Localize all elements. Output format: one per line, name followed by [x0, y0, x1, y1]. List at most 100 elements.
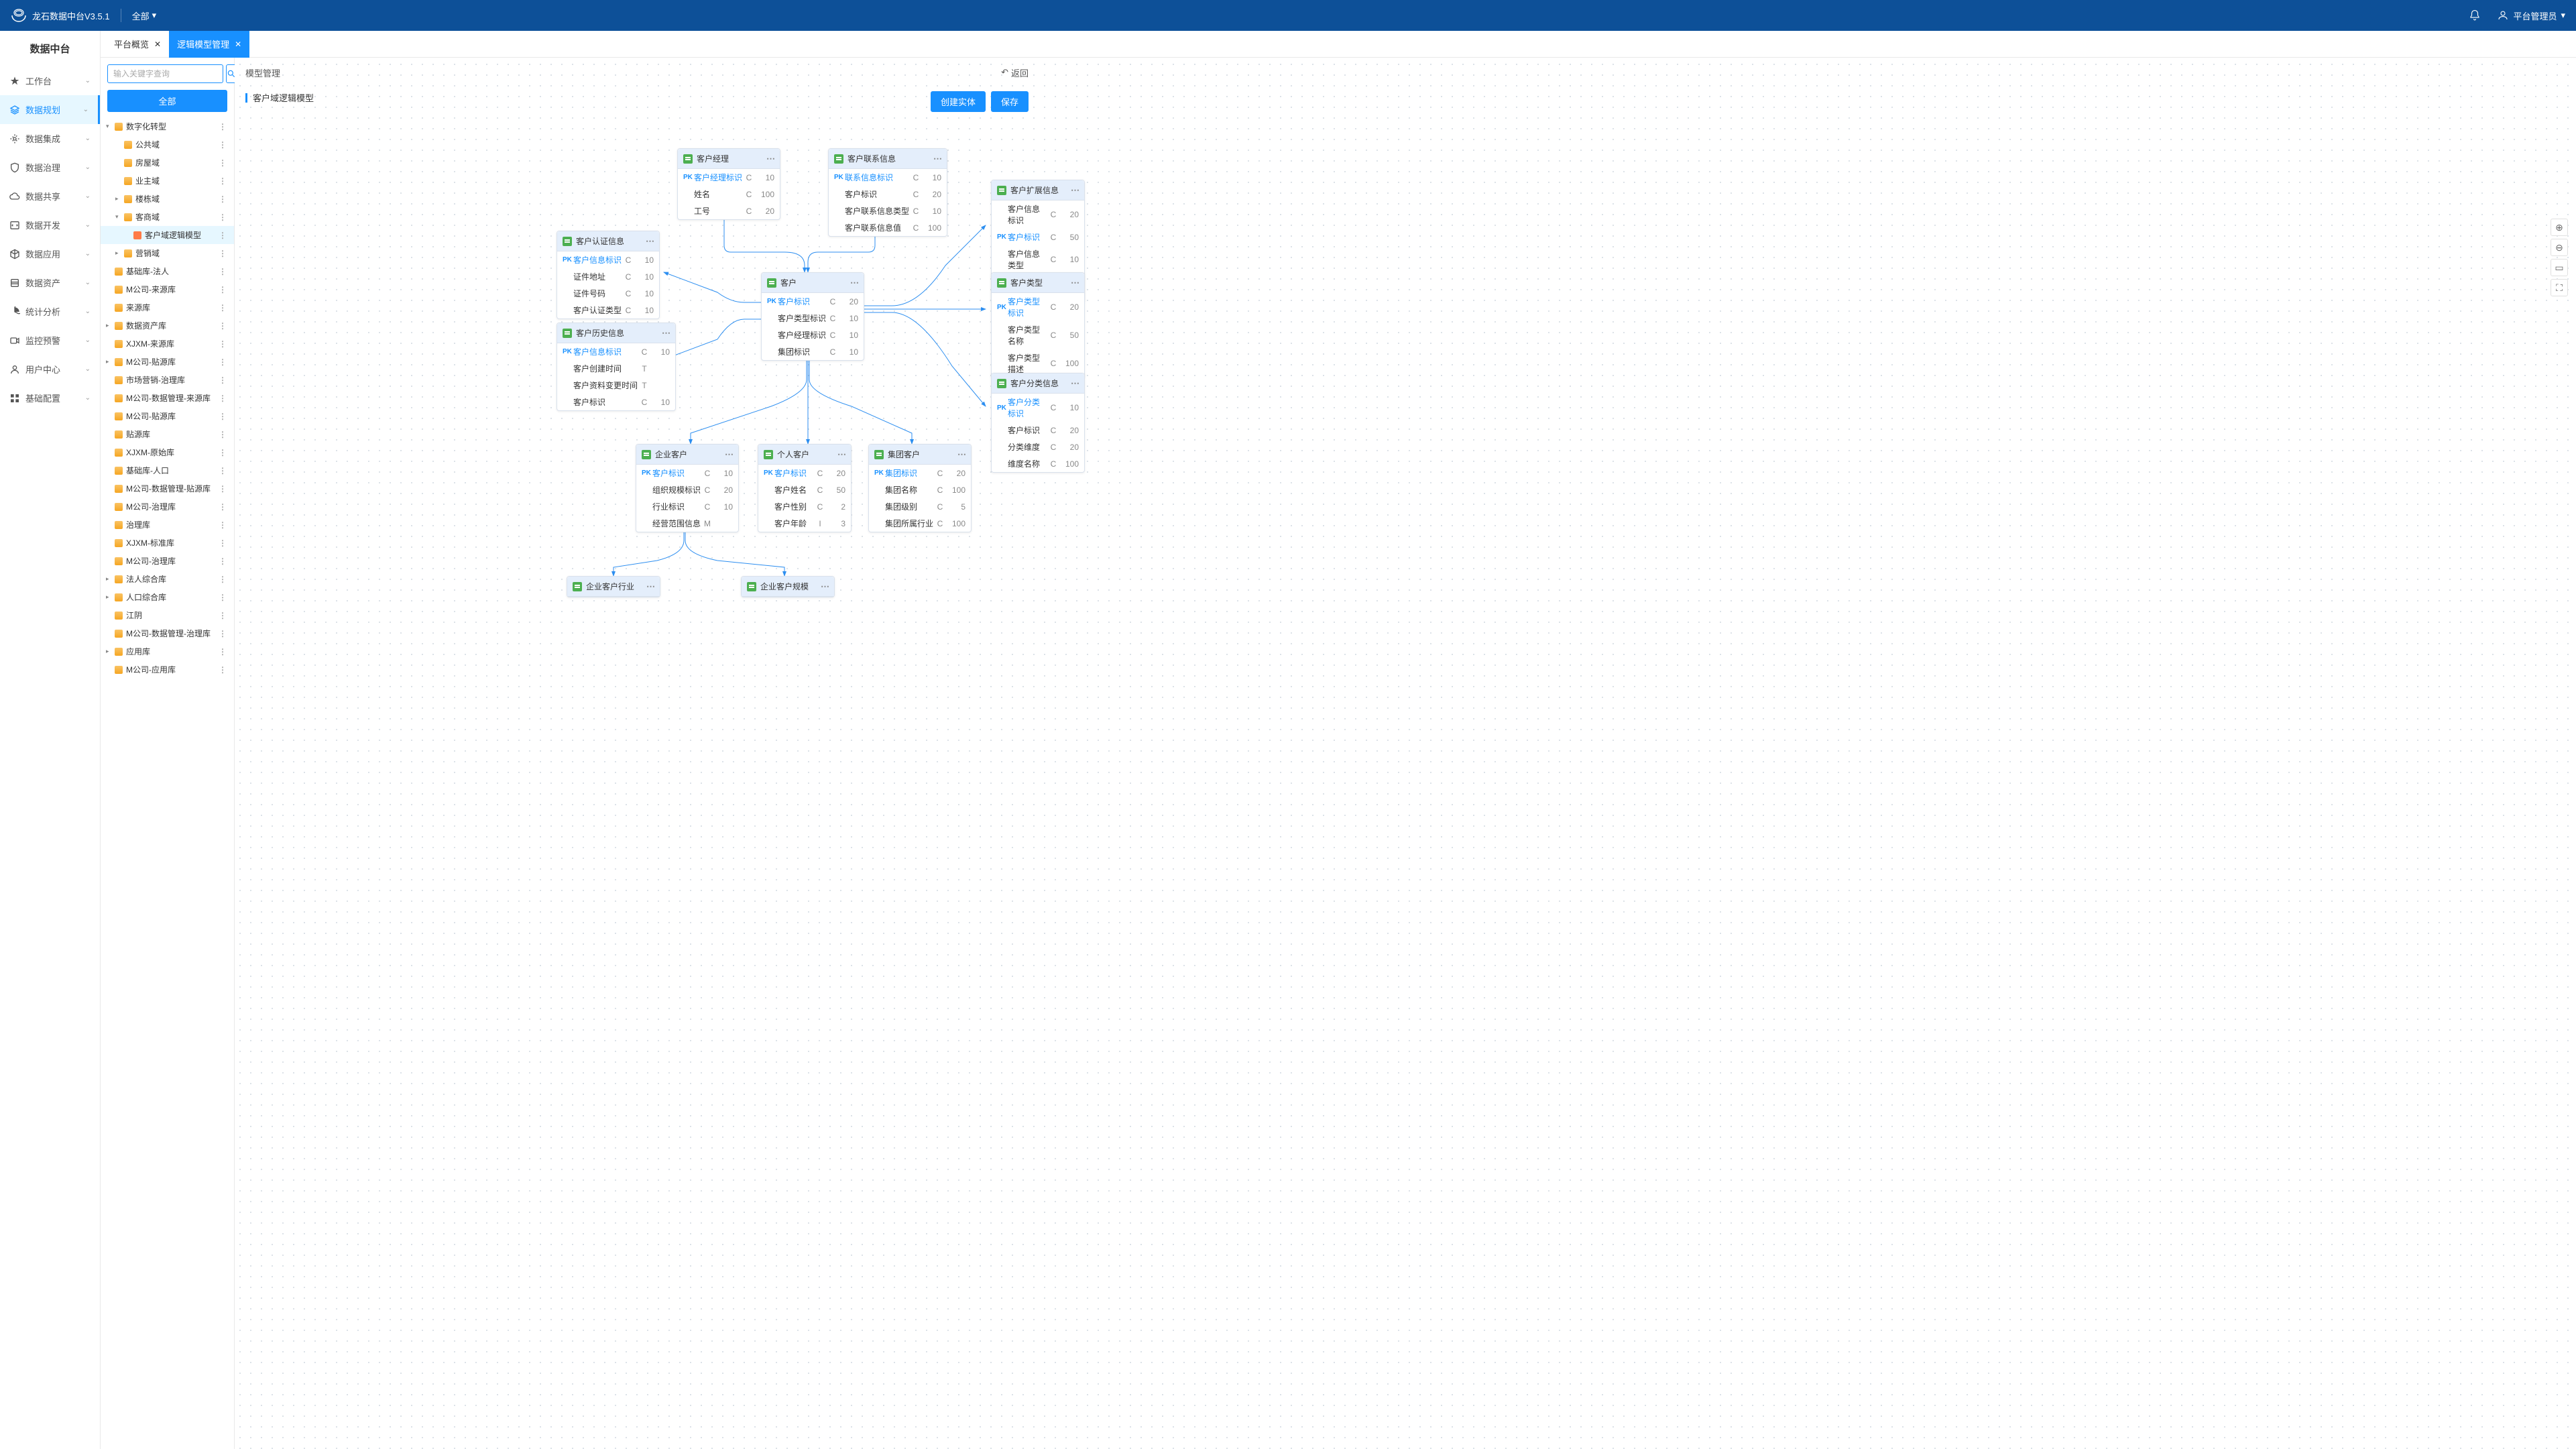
entity-header[interactable]: 集团客户⋯ [869, 445, 971, 465]
entity-person[interactable]: 个人客户⋯PK客户标识C20客户姓名C50客户性别C2客户年龄I3 [758, 444, 852, 532]
entity-header[interactable]: 个人客户⋯ [758, 445, 851, 465]
close-icon[interactable]: ✕ [235, 40, 241, 49]
tree-node-12[interactable]: XJXM-来源库⋮ [101, 335, 234, 353]
entity-cert[interactable]: 客户认证信息⋯PK客户信息标识C10证件地址C10证件号码C10客户认证类型C1… [557, 231, 660, 319]
sidebar-item-7[interactable]: 数据资产⌄ [0, 268, 100, 297]
entity-industry[interactable]: 企业客户行业⋯ [567, 576, 660, 597]
more-icon[interactable]: ⋮ [216, 321, 229, 331]
entity-header[interactable]: 企业客户⋯ [636, 445, 738, 465]
more-icon[interactable]: ⋮ [216, 394, 229, 403]
entity-header[interactable]: 企业客户行业⋯ [567, 577, 660, 597]
more-icon[interactable]: ⋯ [957, 449, 965, 460]
tree-node-13[interactable]: ▸M公司-贴源库⋮ [101, 353, 234, 371]
more-icon[interactable]: ⋮ [216, 176, 229, 186]
more-icon[interactable]: ⋮ [216, 303, 229, 312]
more-icon[interactable]: ⋮ [216, 231, 229, 240]
more-icon[interactable]: ⋯ [850, 278, 858, 288]
entity-header[interactable]: 客户类型⋯ [992, 273, 1084, 293]
entity-ent[interactable]: 企业客户⋯PK客户标识C10组织规模标识C20行业标识C10经营范围信息M [636, 444, 739, 532]
more-icon[interactable]: ⋮ [216, 339, 229, 349]
entity-hist[interactable]: 客户历史信息⋯PK客户信息标识C10客户创建时间T客户资料变更时间T客户标识C1… [557, 323, 676, 411]
entity-header[interactable]: 客户经理⋯ [678, 149, 780, 169]
tree-node-18[interactable]: XJXM-原始库⋮ [101, 443, 234, 461]
more-icon[interactable]: ⋮ [216, 557, 229, 566]
sidebar-item-4[interactable]: 数据共享⌄ [0, 182, 100, 211]
sidebar-item-0[interactable]: 工作台⌄ [0, 66, 100, 95]
sidebar-item-3[interactable]: 数据治理⌄ [0, 153, 100, 182]
more-icon[interactable]: ⋯ [821, 581, 829, 592]
fullscreen-button[interactable]: ⛶ [2551, 279, 2568, 296]
tree-node-15[interactable]: M公司-数据管理-来源库⋮ [101, 389, 234, 407]
tree-node-30[interactable]: M公司-应用库⋮ [101, 660, 234, 679]
tree-node-29[interactable]: ▸应用库⋮ [101, 642, 234, 660]
tree-node-8[interactable]: 基础库-法人⋮ [101, 262, 234, 280]
tree-node-22[interactable]: 治理库⋮ [101, 516, 234, 534]
entity-header[interactable]: 客户联系信息⋯ [829, 149, 947, 169]
entity-header[interactable]: 客户分类信息⋯ [992, 373, 1084, 394]
more-icon[interactable]: ⋯ [1071, 378, 1079, 389]
entity-header[interactable]: 客户⋯ [762, 273, 864, 293]
tree-search-input[interactable] [107, 64, 223, 83]
save-button[interactable]: 保存 [991, 91, 1029, 112]
tree-node-1[interactable]: 公共域⋮ [101, 135, 234, 154]
fit-button[interactable]: ▭ [2551, 259, 2568, 276]
more-icon[interactable]: ⋮ [216, 611, 229, 620]
tree-node-21[interactable]: M公司-治理库⋮ [101, 498, 234, 516]
more-icon[interactable]: ⋮ [216, 412, 229, 421]
tree-node-19[interactable]: 基础库-人口⋮ [101, 461, 234, 479]
notifications-button[interactable] [2469, 9, 2481, 21]
more-icon[interactable]: ⋯ [933, 154, 941, 164]
more-icon[interactable]: ⋮ [216, 575, 229, 584]
back-button[interactable]: ↶ 返回 [1001, 66, 1029, 79]
more-icon[interactable]: ⋯ [1071, 185, 1079, 196]
sidebar-item-9[interactable]: 监控预警⌄ [0, 326, 100, 355]
entity-header[interactable]: 客户扩展信息⋯ [992, 180, 1084, 200]
more-icon[interactable]: ⋮ [216, 647, 229, 656]
scope-dropdown[interactable]: 全部 ▾ [132, 9, 157, 22]
tree-node-5[interactable]: ▾客商域⋮ [101, 208, 234, 226]
close-icon[interactable]: ✕ [154, 40, 161, 49]
tab-1[interactable]: 逻辑模型管理✕ [169, 31, 249, 58]
more-icon[interactable]: ⋮ [216, 593, 229, 602]
entity-header[interactable]: 客户认证信息⋯ [557, 231, 659, 251]
more-icon[interactable]: ⋮ [216, 357, 229, 367]
more-icon[interactable]: ⋮ [216, 213, 229, 222]
more-icon[interactable]: ⋯ [662, 328, 670, 339]
entity-cust[interactable]: 客户⋯PK客户标识C20客户类型标识C10客户经理标识C10集团标识C10 [761, 272, 864, 361]
sidebar-item-5[interactable]: 数据开发⌄ [0, 211, 100, 239]
tree-node-2[interactable]: 房屋域⋮ [101, 154, 234, 172]
more-icon[interactable]: ⋮ [216, 520, 229, 530]
entity-contact[interactable]: 客户联系信息⋯PK联系信息标识C10客户标识C20客户联系信息类型C10客户联系… [828, 148, 947, 237]
tree-node-25[interactable]: ▸法人综合库⋮ [101, 570, 234, 588]
sidebar-item-8[interactable]: 统计分析⌄ [0, 297, 100, 326]
entity-header[interactable]: 客户历史信息⋯ [557, 323, 675, 343]
tree-node-10[interactable]: 来源库⋮ [101, 298, 234, 316]
more-icon[interactable]: ⋯ [646, 236, 654, 247]
more-icon[interactable]: ⋮ [216, 375, 229, 385]
zoom-out-button[interactable]: ⊖ [2551, 239, 2568, 256]
tree-node-24[interactable]: M公司-治理库⋮ [101, 552, 234, 570]
more-icon[interactable]: ⋯ [1071, 278, 1079, 288]
create-entity-button[interactable]: 创建实体 [931, 91, 986, 112]
tree-node-14[interactable]: 市场营销-治理库⋮ [101, 371, 234, 389]
entity-cat[interactable]: 客户分类信息⋯PK客户分类标识C10客户标识C20分类维度C20维度名称C100 [991, 373, 1085, 473]
more-icon[interactable]: ⋯ [725, 449, 733, 460]
more-icon[interactable]: ⋮ [216, 629, 229, 638]
tree-node-28[interactable]: M公司-数据管理-治理库⋮ [101, 624, 234, 642]
sidebar-item-1[interactable]: 数据规划⌄ [0, 95, 100, 124]
tree-node-20[interactable]: M公司-数据管理-贴源库⋮ [101, 479, 234, 498]
tree-node-16[interactable]: M公司-贴源库⋮ [101, 407, 234, 425]
tree-node-4[interactable]: ▸楼栋域⋮ [101, 190, 234, 208]
more-icon[interactable]: ⋮ [216, 122, 229, 131]
more-icon[interactable]: ⋮ [216, 484, 229, 494]
tree-node-0[interactable]: ▾数字化转型⋮ [101, 117, 234, 135]
more-icon[interactable]: ⋮ [216, 267, 229, 276]
tree-node-23[interactable]: XJXM-标准库⋮ [101, 534, 234, 552]
more-icon[interactable]: ⋮ [216, 249, 229, 258]
more-icon[interactable]: ⋮ [216, 430, 229, 439]
sidebar-item-6[interactable]: 数据应用⌄ [0, 239, 100, 268]
more-icon[interactable]: ⋮ [216, 158, 229, 168]
tree-node-9[interactable]: M公司-来源库⋮ [101, 280, 234, 298]
more-icon[interactable]: ⋮ [216, 665, 229, 675]
more-icon[interactable]: ⋮ [216, 194, 229, 204]
